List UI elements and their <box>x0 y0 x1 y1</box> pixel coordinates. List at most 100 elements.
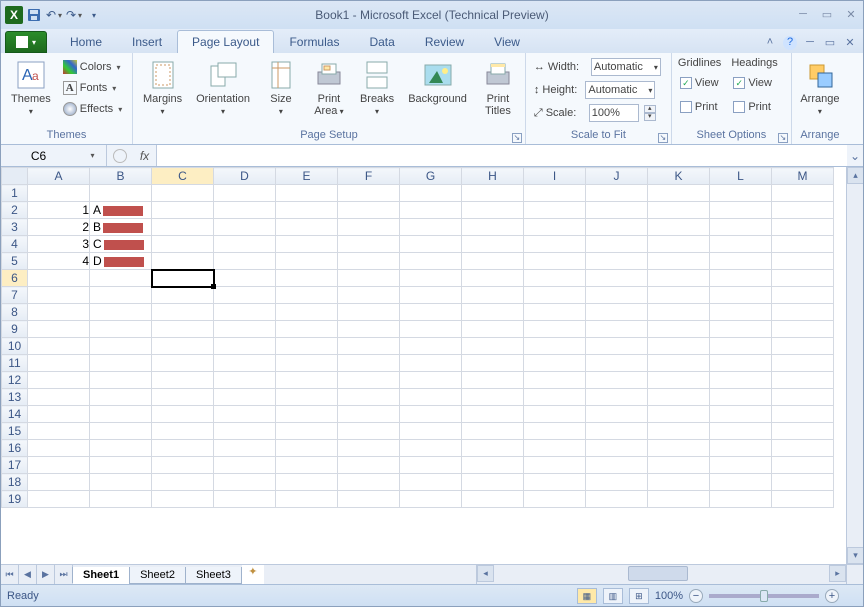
cell-C3[interactable] <box>152 219 214 236</box>
print-titles-button[interactable]: Print Titles <box>477 57 519 119</box>
cell-J8[interactable] <box>586 304 648 321</box>
fonts-button[interactable]: AFonts <box>61 78 124 98</box>
sheet-next-icon[interactable]: ▶ <box>37 565 55 584</box>
cell-K11[interactable] <box>648 355 710 372</box>
scale-input[interactable]: 100% <box>589 104 639 122</box>
cell-H14[interactable] <box>462 406 524 423</box>
cell-G17[interactable] <box>400 457 462 474</box>
cell-C15[interactable] <box>152 423 214 440</box>
cell-M19[interactable] <box>772 491 834 508</box>
cell-D1[interactable] <box>214 185 276 202</box>
cell-M5[interactable] <box>772 253 834 270</box>
cell-M16[interactable] <box>772 440 834 457</box>
cell-H7[interactable] <box>462 287 524 304</box>
cell-D19[interactable] <box>214 491 276 508</box>
cell-F8[interactable] <box>338 304 400 321</box>
cell-L10[interactable] <box>710 338 772 355</box>
cell-M18[interactable] <box>772 474 834 491</box>
col-header-D[interactable]: D <box>214 168 276 185</box>
scroll-down-icon[interactable]: ▾ <box>847 547 863 564</box>
cell-K4[interactable] <box>648 236 710 253</box>
cell-L16[interactable] <box>710 440 772 457</box>
cell-H12[interactable] <box>462 372 524 389</box>
cell-B14[interactable] <box>90 406 152 423</box>
file-tab[interactable]: ▾ <box>5 31 47 53</box>
cell-E1[interactable] <box>276 185 338 202</box>
cell-C2[interactable] <box>152 202 214 219</box>
cell-E16[interactable] <box>276 440 338 457</box>
cell-G16[interactable] <box>400 440 462 457</box>
cell-M2[interactable] <box>772 202 834 219</box>
cell-C12[interactable] <box>152 372 214 389</box>
themes-button[interactable]: Aa Themes▾ <box>7 57 55 120</box>
col-header-F[interactable]: F <box>338 168 400 185</box>
cell-I5[interactable] <box>524 253 586 270</box>
mdi-restore-icon[interactable]: ▭ <box>823 36 837 50</box>
qat-customize-icon[interactable]: ▾ <box>85 6 103 24</box>
cell-H10[interactable] <box>462 338 524 355</box>
cell-G10[interactable] <box>400 338 462 355</box>
cell-H1[interactable] <box>462 185 524 202</box>
cell-A5[interactable]: 4 <box>28 253 90 270</box>
vertical-scrollbar[interactable]: ▴ ▾ <box>846 167 863 564</box>
cell-F5[interactable] <box>338 253 400 270</box>
cell-M13[interactable] <box>772 389 834 406</box>
cell-E17[interactable] <box>276 457 338 474</box>
col-header-G[interactable]: G <box>400 168 462 185</box>
cell-J14[interactable] <box>586 406 648 423</box>
cell-F3[interactable] <box>338 219 400 236</box>
cell-F18[interactable] <box>338 474 400 491</box>
cell-B19[interactable] <box>90 491 152 508</box>
cell-K19[interactable] <box>648 491 710 508</box>
cell-J4[interactable] <box>586 236 648 253</box>
cell-E18[interactable] <box>276 474 338 491</box>
cell-G15[interactable] <box>400 423 462 440</box>
row-header-10[interactable]: 10 <box>2 338 28 355</box>
row-header-12[interactable]: 12 <box>2 372 28 389</box>
cell-C5[interactable] <box>152 253 214 270</box>
cell-J17[interactable] <box>586 457 648 474</box>
cell-F7[interactable] <box>338 287 400 304</box>
zoom-level[interactable]: 100% <box>655 590 683 602</box>
cell-E2[interactable] <box>276 202 338 219</box>
cell-C1[interactable] <box>152 185 214 202</box>
effects-button[interactable]: Effects <box>61 99 124 119</box>
cell-H13[interactable] <box>462 389 524 406</box>
cell-G18[interactable] <box>400 474 462 491</box>
width-select[interactable]: Automatic▾ <box>591 58 661 76</box>
mdi-close-icon[interactable]: ✕ <box>843 36 857 50</box>
cell-A16[interactable] <box>28 440 90 457</box>
excel-icon[interactable]: X <box>5 6 23 24</box>
cell-E9[interactable] <box>276 321 338 338</box>
cell-C4[interactable] <box>152 236 214 253</box>
cell-E14[interactable] <box>276 406 338 423</box>
cell-B11[interactable] <box>90 355 152 372</box>
cell-B13[interactable] <box>90 389 152 406</box>
cell-D15[interactable] <box>214 423 276 440</box>
cell-M11[interactable] <box>772 355 834 372</box>
cell-K8[interactable] <box>648 304 710 321</box>
cell-K7[interactable] <box>648 287 710 304</box>
cell-F12[interactable] <box>338 372 400 389</box>
cell-A4[interactable]: 3 <box>28 236 90 253</box>
cell-B15[interactable] <box>90 423 152 440</box>
scale-spinner[interactable]: ▴▾ <box>644 105 656 121</box>
height-select[interactable]: Automatic▾ <box>585 81 655 99</box>
cell-I7[interactable] <box>524 287 586 304</box>
cell-G1[interactable] <box>400 185 462 202</box>
col-header-M[interactable]: M <box>772 168 834 185</box>
row-header-5[interactable]: 5 <box>2 253 28 270</box>
cell-D7[interactable] <box>214 287 276 304</box>
cell-D4[interactable] <box>214 236 276 253</box>
cell-I13[interactable] <box>524 389 586 406</box>
row-header-13[interactable]: 13 <box>2 389 28 406</box>
cell-J6[interactable] <box>586 270 648 287</box>
cell-K1[interactable] <box>648 185 710 202</box>
cell-I10[interactable] <box>524 338 586 355</box>
colors-button[interactable]: Colors <box>61 57 124 77</box>
cell-G8[interactable] <box>400 304 462 321</box>
cell-E12[interactable] <box>276 372 338 389</box>
row-header-16[interactable]: 16 <box>2 440 28 457</box>
zoom-out-button[interactable]: − <box>689 589 703 603</box>
cell-I2[interactable] <box>524 202 586 219</box>
